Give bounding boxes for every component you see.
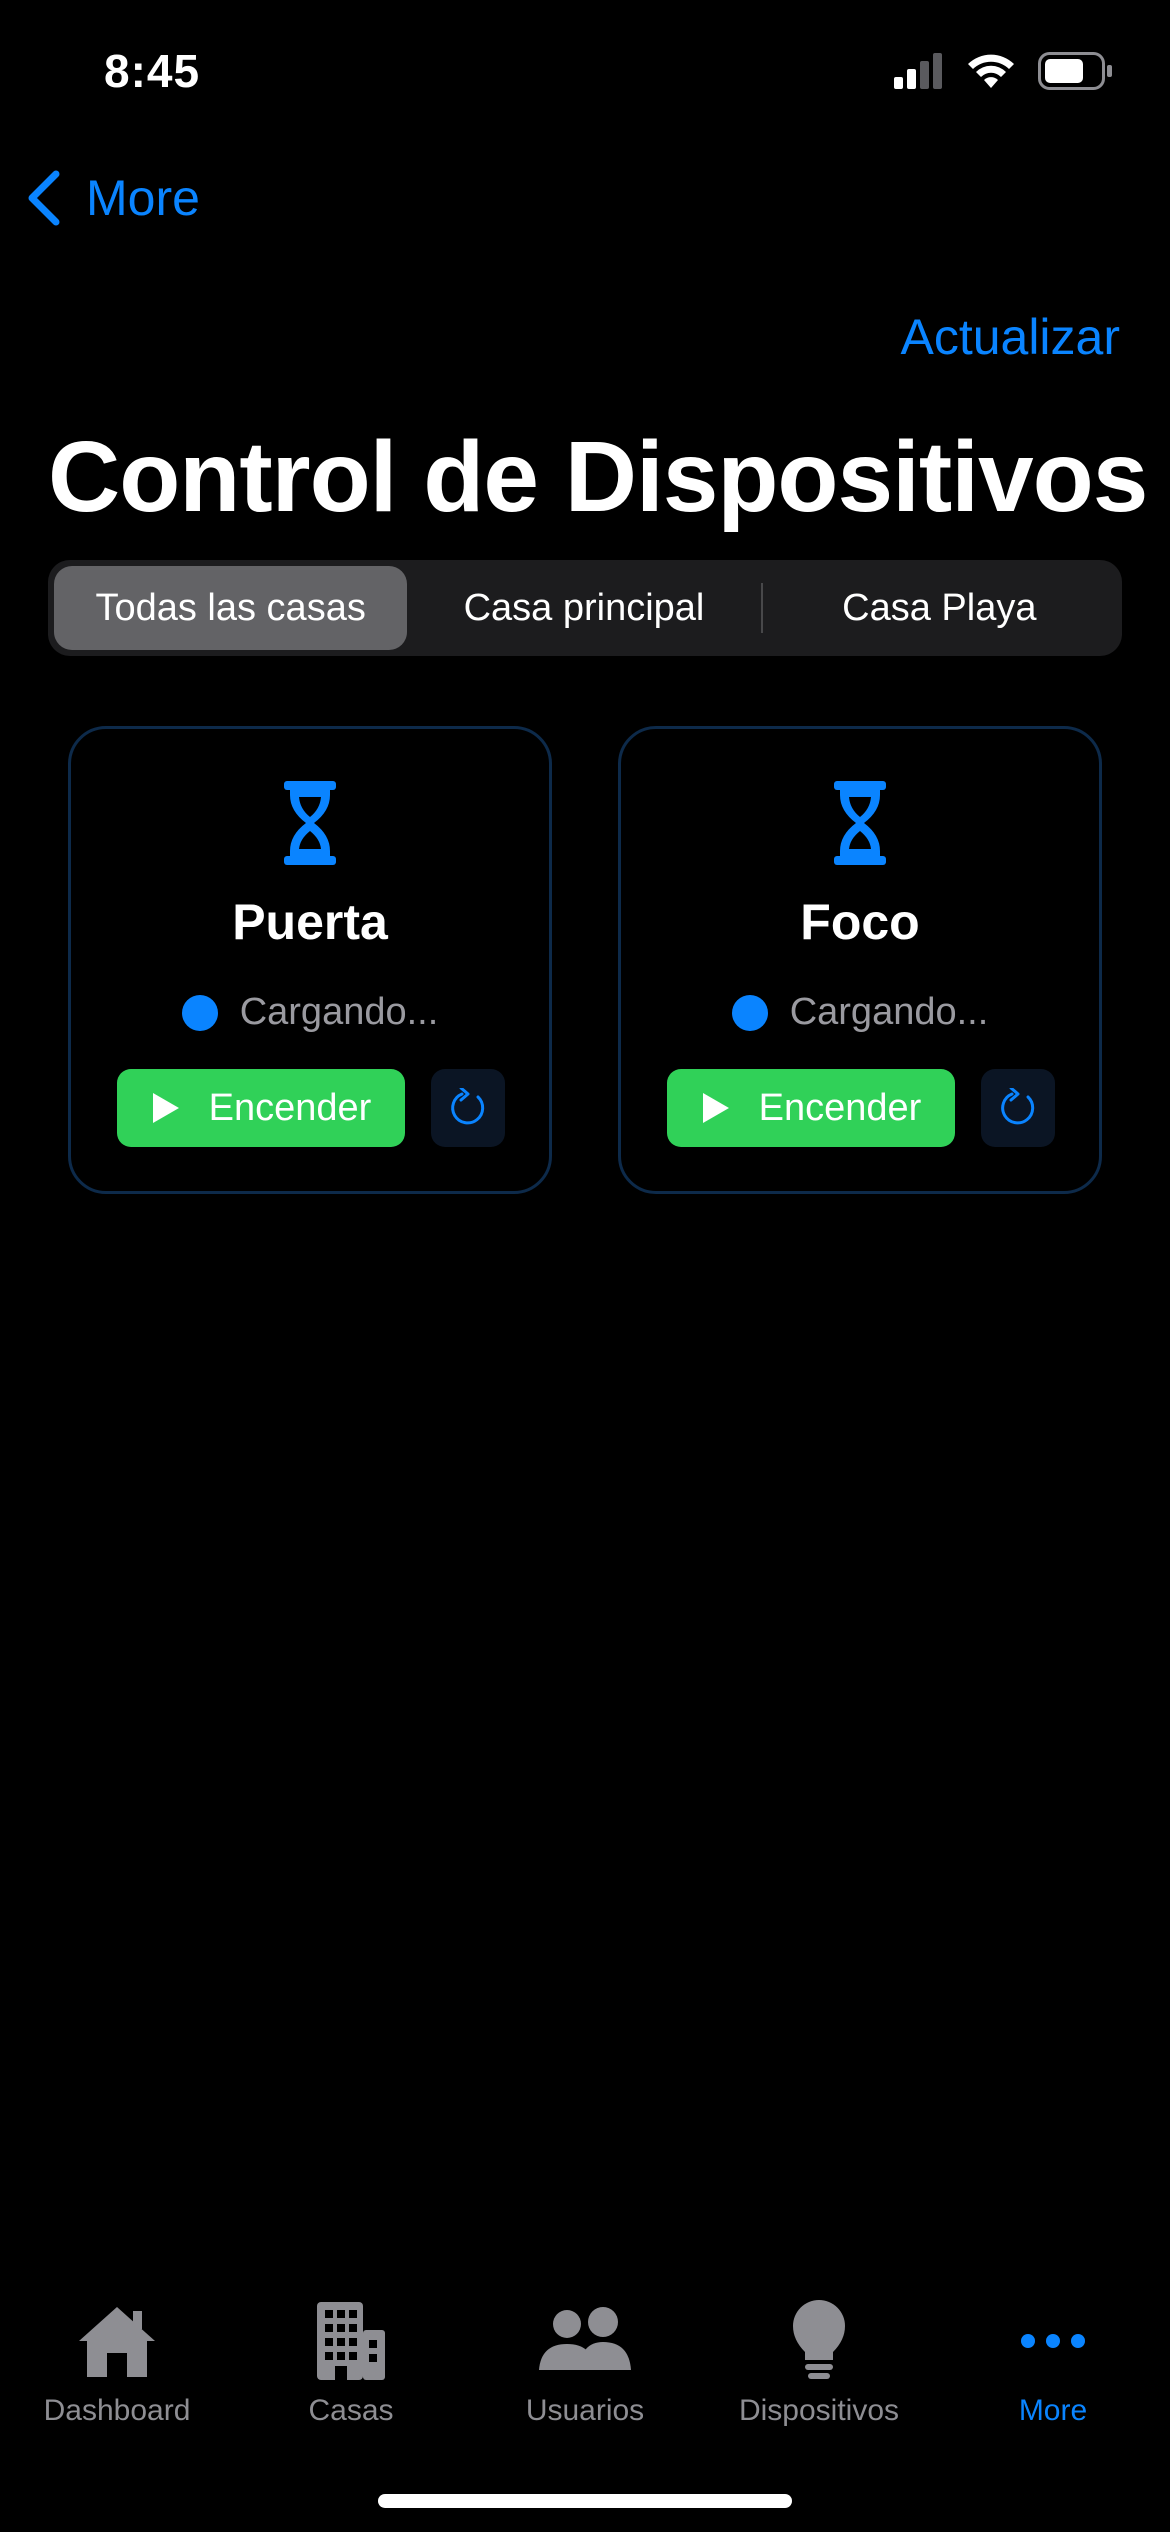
status-bar: 8:45 xyxy=(0,0,1170,140)
refresh-icon xyxy=(1001,1088,1035,1125)
turn-on-button[interactable]: Encender xyxy=(117,1069,405,1147)
house-filter-segmented-control: Todas las casas Casa principal Casa Play… xyxy=(48,560,1122,656)
house-icon xyxy=(79,2307,155,2377)
refresh-button[interactable]: Actualizar xyxy=(900,308,1120,366)
device-status: Cargando... xyxy=(71,991,549,1034)
turn-on-label: Encender xyxy=(208,1086,372,1129)
status-icons xyxy=(894,52,1114,90)
tab-label: Casas xyxy=(308,2394,394,2427)
tab-more[interactable]: More xyxy=(936,2296,1170,2428)
battery-icon xyxy=(1038,52,1112,90)
hourglass-icon xyxy=(284,781,336,865)
play-icon xyxy=(702,1093,729,1123)
status-time: 8:45 xyxy=(104,45,201,97)
turn-on-label: Encender xyxy=(758,1086,922,1129)
tab-label: More xyxy=(1018,2394,1088,2427)
tab-casas[interactable]: Casas xyxy=(234,2296,468,2428)
segment-casa-playa[interactable]: Casa Playa xyxy=(763,566,1116,650)
device-actions: Encender xyxy=(667,1069,1055,1147)
tab-usuarios[interactable]: Usuarios xyxy=(468,2296,702,2428)
tab-dispositivos[interactable]: Dispositivos xyxy=(702,2296,936,2428)
wifi-icon xyxy=(968,54,1014,88)
turn-on-button[interactable]: Encender xyxy=(667,1069,955,1147)
device-card: Puerta Cargando... Encender xyxy=(68,726,552,1194)
users-icon xyxy=(539,2307,631,2370)
status-dot xyxy=(731,994,768,1031)
tab-label: Dashboard xyxy=(43,2394,191,2427)
refresh-icon xyxy=(451,1088,485,1125)
hourglass-icon xyxy=(834,781,886,865)
tab-label: Dispositivos xyxy=(738,2394,900,2427)
segment-all-houses[interactable]: Todas las casas xyxy=(54,566,408,650)
play-icon xyxy=(152,1093,179,1123)
back-button[interactable]: More xyxy=(24,168,200,228)
device-status-text: Cargando... xyxy=(789,991,989,1033)
tab-bar: Dashboard Casas Usuarios Dispositivos Mo… xyxy=(0,2270,1170,2532)
segment-casa-principal[interactable]: Casa principal xyxy=(407,566,760,650)
cellular-signal-icon xyxy=(894,53,942,89)
device-grid: Puerta Cargando... Encender Foco Cargand… xyxy=(68,726,1102,1194)
device-name: Foco xyxy=(800,894,920,950)
more-icon xyxy=(1021,2334,1085,2348)
device-actions: Encender xyxy=(117,1069,505,1147)
tab-label: Usuarios xyxy=(525,2394,645,2427)
back-label: More xyxy=(86,170,200,226)
device-name: Puerta xyxy=(232,894,388,950)
lightbulb-icon xyxy=(793,2300,845,2379)
refresh-device-button[interactable] xyxy=(981,1069,1055,1147)
refresh-device-button[interactable] xyxy=(431,1069,505,1147)
device-card: Foco Cargando... Encender xyxy=(618,726,1102,1194)
building-icon xyxy=(317,2302,385,2380)
device-status-text: Cargando... xyxy=(239,991,439,1033)
tab-dashboard[interactable]: Dashboard xyxy=(0,2296,234,2428)
chevron-left-icon xyxy=(28,170,60,226)
page-title: Control de Dispositivos xyxy=(48,421,1148,533)
status-dot xyxy=(181,994,218,1031)
home-indicator[interactable] xyxy=(378,2494,792,2508)
device-status: Cargando... xyxy=(621,991,1099,1034)
